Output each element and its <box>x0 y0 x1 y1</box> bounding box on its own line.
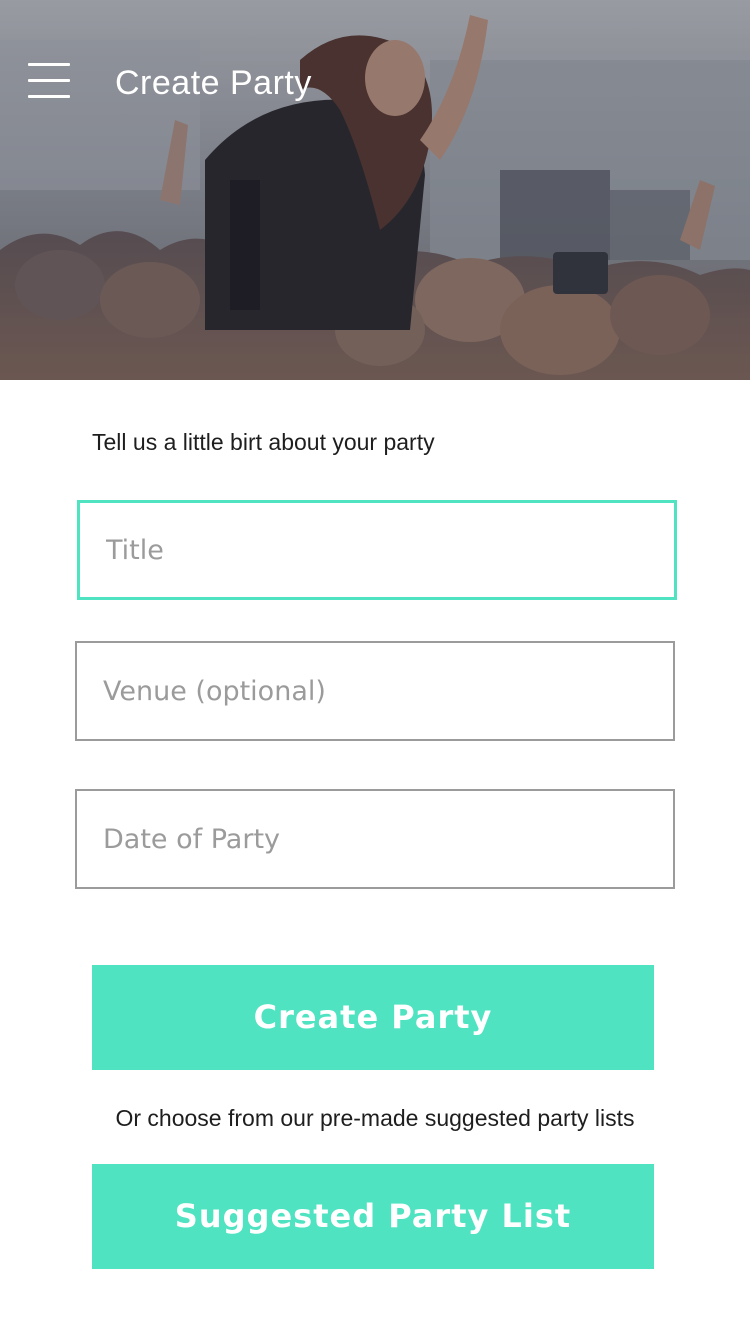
suggested-lists-prompt: Or choose from our pre-made suggested pa… <box>115 1105 635 1131</box>
title-input[interactable] <box>80 503 674 597</box>
create-party-button[interactable]: Create Party <box>92 965 654 1070</box>
venue-field[interactable] <box>75 641 675 741</box>
menu-line <box>28 63 70 66</box>
title-field[interactable] <box>77 500 677 600</box>
suggested-party-list-button[interactable]: Suggested Party List <box>92 1164 654 1269</box>
menu-line <box>28 95 70 98</box>
date-field[interactable] <box>75 789 675 889</box>
date-input[interactable] <box>77 791 673 887</box>
form-intro-text: Tell us a little birt about your party <box>92 429 435 455</box>
hero-image: Create Party <box>0 0 750 380</box>
page-title: Create Party <box>115 64 312 102</box>
create-party-screen: Create Party Tell us a little birt about… <box>0 0 750 1334</box>
hero-dim-overlay <box>0 0 750 380</box>
venue-input[interactable] <box>77 643 673 739</box>
menu-line <box>28 79 70 82</box>
hamburger-menu-icon[interactable] <box>28 63 72 101</box>
